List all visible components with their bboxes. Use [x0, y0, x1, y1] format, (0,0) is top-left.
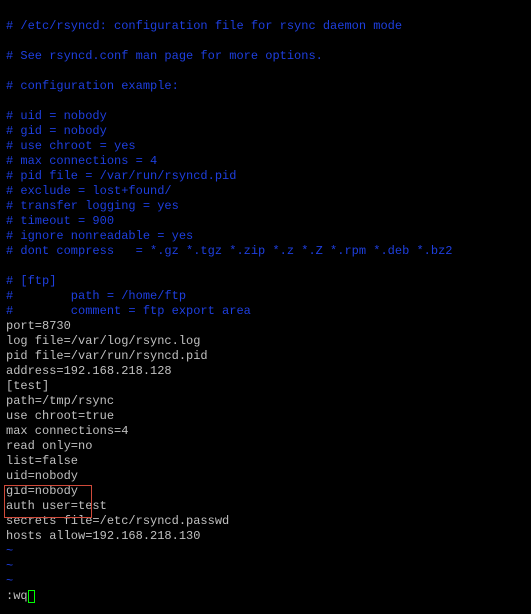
config-line: gid=nobody [6, 484, 78, 498]
config-comment: # exclude = lost+found/ [6, 184, 172, 198]
terminal-editor[interactable]: # /etc/rsyncd: configuration file for rs… [0, 0, 531, 608]
empty-line-tilde: ~ [6, 574, 13, 588]
vim-command-line[interactable]: :wq [6, 589, 35, 603]
config-line: address=192.168.218.128 [6, 364, 172, 378]
config-line: hosts allow=192.168.218.130 [6, 529, 200, 543]
config-line: read only=no [6, 439, 92, 453]
config-comment: # transfer logging = yes [6, 199, 179, 213]
config-comment: # ignore nonreadable = yes [6, 229, 193, 243]
cursor-icon [28, 590, 35, 603]
empty-line-tilde: ~ [6, 559, 13, 573]
config-comment: # timeout = 900 [6, 214, 114, 228]
config-line: list=false [6, 454, 78, 468]
config-line: max connections=4 [6, 424, 128, 438]
config-line: log file=/var/log/rsync.log [6, 334, 200, 348]
config-comment: # dont compress = *.gz *.tgz *.zip *.z *… [6, 244, 452, 258]
config-line: secrets file=/etc/rsyncd.passwd [6, 514, 229, 528]
config-line: uid=nobody [6, 469, 78, 483]
config-comment: # path = /home/ftp [6, 289, 186, 303]
empty-line-tilde: ~ [6, 544, 13, 558]
config-comment: # gid = nobody [6, 124, 107, 138]
config-line: pid file=/var/run/rsyncd.pid [6, 349, 208, 363]
config-comment: # configuration example: [6, 79, 179, 93]
config-line: port=8730 [6, 319, 71, 333]
config-comment: # /etc/rsyncd: configuration file for rs… [6, 19, 402, 33]
config-comment: # use chroot = yes [6, 139, 136, 153]
config-comment: # [ftp] [6, 274, 56, 288]
vim-command-text: :wq [6, 589, 28, 603]
config-comment: # uid = nobody [6, 109, 107, 123]
config-comment: # max connections = 4 [6, 154, 157, 168]
config-comment: # See rsyncd.conf man page for more opti… [6, 49, 323, 63]
config-comment: # comment = ftp export area [6, 304, 251, 318]
config-comment: # pid file = /var/run/rsyncd.pid [6, 169, 236, 183]
config-line: path=/tmp/rsync [6, 394, 114, 408]
config-line: [test] [6, 379, 49, 393]
config-line: auth user=test [6, 499, 107, 513]
config-line: use chroot=true [6, 409, 114, 423]
